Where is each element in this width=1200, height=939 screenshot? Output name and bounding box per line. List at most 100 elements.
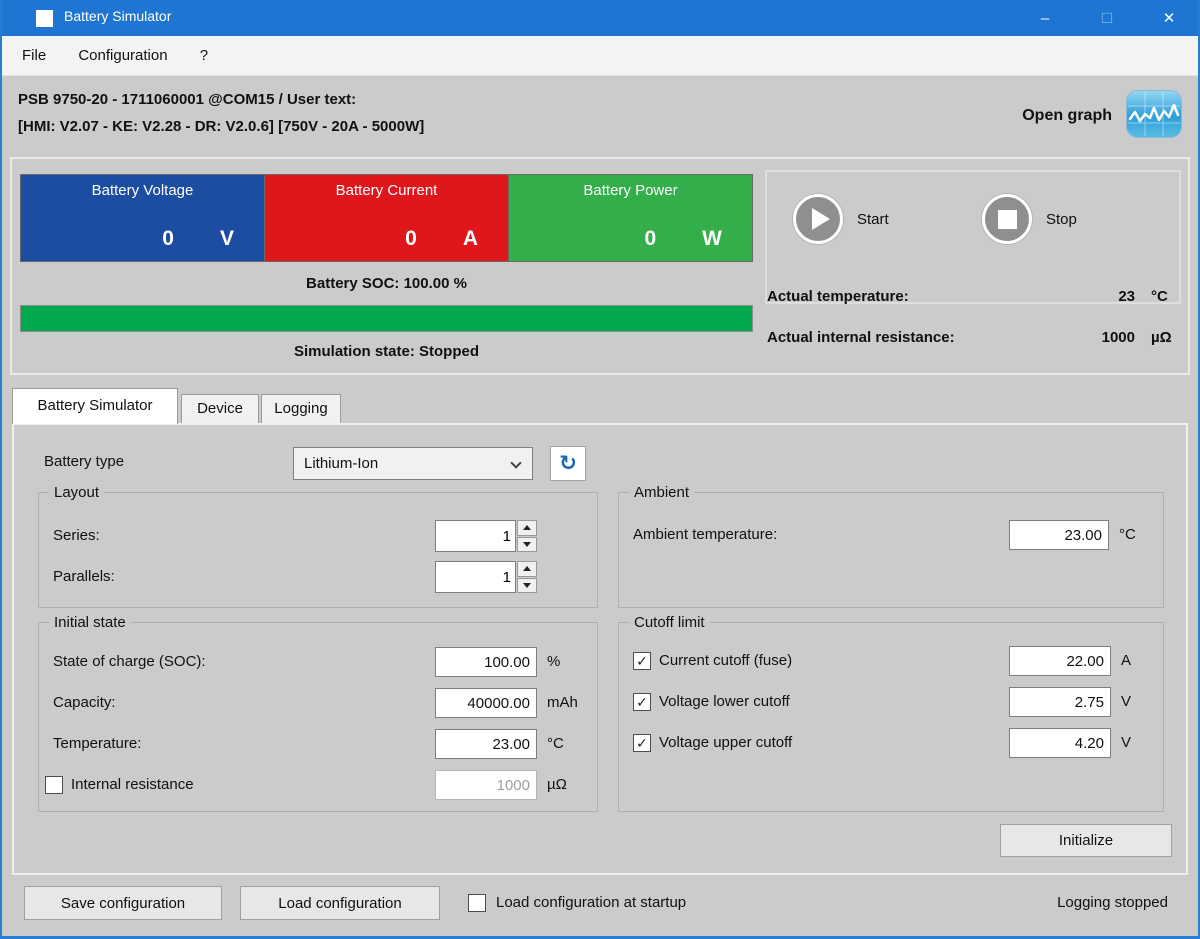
- menu-help[interactable]: ?: [186, 36, 222, 76]
- battery-power-value: 0: [644, 227, 657, 250]
- battery-type-label: Battery type: [44, 453, 125, 470]
- actual-temperature-label: Actual temperature:: [767, 288, 909, 305]
- checkmark-icon: ✓: [636, 734, 648, 751]
- capacity-input[interactable]: [435, 688, 537, 718]
- series-input[interactable]: [435, 520, 516, 552]
- voltage-upper-cutoff-checkbox[interactable]: ✓: [633, 734, 651, 752]
- voltage-lower-cutoff-label: Voltage lower cutoff: [659, 693, 790, 710]
- ambient-group-title: Ambient: [629, 482, 695, 503]
- parallels-spin-down-button[interactable]: [517, 577, 537, 593]
- maximize-icon: □: [1101, 8, 1113, 27]
- battery-power-label: Battery Power: [583, 182, 678, 199]
- series-spin-down-button[interactable]: [517, 536, 537, 552]
- parallels-input[interactable]: [435, 561, 516, 593]
- capacity-unit: mAh: [547, 694, 578, 711]
- spin-down-icon: [523, 582, 531, 588]
- title-bar: Battery Simulator – □ ✕: [2, 0, 1198, 36]
- battery-soc-progressbar: [20, 305, 753, 332]
- series-spin-up-button[interactable]: [517, 520, 537, 536]
- stop-label: Stop: [1046, 210, 1077, 228]
- soc-input[interactable]: [435, 647, 537, 677]
- meter-strip: Battery Voltage 0 V Battery Current 0 A Ba…: [20, 174, 753, 262]
- status-panel: Battery Voltage 0 V Battery Current 0 A Ba…: [10, 157, 1190, 375]
- voltage-lower-cutoff-unit: V: [1121, 693, 1132, 710]
- initial-state-group: Initial state State of charge (SOC): % C…: [38, 612, 598, 812]
- initialize-button[interactable]: Initialize: [1000, 824, 1172, 857]
- battery-simulator-window: Battery Simulator – □ ✕ File Configurati…: [0, 0, 1200, 939]
- maximize-button[interactable]: □: [1076, 0, 1138, 36]
- current-cutoff-checkbox[interactable]: ✓: [633, 652, 651, 670]
- initial-temperature-unit: °C: [547, 735, 564, 752]
- voltage-upper-cutoff-label: Voltage upper cutoff: [659, 734, 793, 751]
- refresh-battery-type-button[interactable]: ↻: [550, 446, 586, 481]
- checkmark-icon: ✓: [636, 693, 648, 710]
- save-configuration-button[interactable]: Save configuration: [24, 886, 222, 920]
- actual-temperature-value: 23: [1118, 288, 1135, 305]
- capacity-label: Capacity:: [53, 694, 116, 711]
- device-info-line2: [HMI: V2.07 - KE: V2.28 - DR: V2.0.6] [7…: [18, 118, 425, 135]
- voltage-lower-cutoff-input[interactable]: [1009, 687, 1111, 717]
- open-graph-label: Open graph: [1022, 107, 1112, 124]
- graph-icon: [1126, 90, 1182, 142]
- chevron-down-icon: [510, 457, 522, 469]
- battery-current-unit: A: [462, 227, 478, 250]
- start-button[interactable]: Start: [793, 194, 889, 244]
- close-button[interactable]: ✕: [1138, 0, 1198, 36]
- parallels-spinner: [435, 561, 537, 593]
- open-graph-button[interactable]: Open graph: [1022, 90, 1182, 142]
- ambient-group: Ambient Ambient temperature: °C: [618, 482, 1164, 608]
- battery-voltage-unit: V: [219, 227, 234, 250]
- logging-status-text: Logging stopped: [1057, 894, 1168, 911]
- initial-temperature-label: Temperature:: [53, 735, 142, 752]
- internal-resistance-label: Internal resistance: [71, 776, 194, 793]
- battery-type-select[interactable]: Lithium-Ion: [293, 447, 533, 480]
- internal-resistance-unit: µΩ: [547, 776, 567, 793]
- parallels-spin-up-button[interactable]: [517, 561, 537, 577]
- actual-resistance-label: Actual internal resistance:: [767, 329, 955, 346]
- menu-configuration[interactable]: Configuration: [64, 36, 181, 76]
- menu-file[interactable]: File: [8, 36, 60, 76]
- load-configuration-button[interactable]: Load configuration: [240, 886, 440, 920]
- battery-soc-text: Battery SOC: 100.00 %: [306, 275, 467, 292]
- load-at-startup-checkbox[interactable]: [468, 894, 486, 912]
- voltage-upper-cutoff-input[interactable]: [1009, 728, 1111, 758]
- minimize-button[interactable]: –: [1014, 0, 1076, 36]
- battery-voltage-meter: Battery Voltage 0 V: [20, 174, 265, 262]
- layout-group-title: Layout: [49, 482, 105, 503]
- app-icon: [36, 10, 53, 27]
- battery-voltage-value: 0: [162, 227, 174, 250]
- cutoff-limit-group-title: Cutoff limit: [629, 612, 710, 633]
- simulation-state-text: Simulation state: Stopped: [293, 343, 479, 360]
- battery-power-meter: Battery Power 0 W: [509, 174, 753, 262]
- voltage-upper-cutoff-unit: V: [1121, 734, 1132, 751]
- actual-temperature-unit: °C: [1151, 288, 1168, 305]
- tab-logging[interactable]: Logging: [261, 394, 341, 424]
- spin-up-icon: [523, 566, 531, 572]
- ambient-temperature-input[interactable]: [1009, 520, 1109, 550]
- ambient-temperature-unit: °C: [1119, 526, 1136, 543]
- close-icon: ✕: [1162, 10, 1176, 27]
- battery-current-label: Battery Current: [335, 182, 438, 199]
- tab-device[interactable]: Device: [181, 394, 259, 424]
- series-label: Series:: [53, 527, 100, 544]
- checkmark-icon: ✓: [636, 652, 648, 669]
- battery-current-meter: Battery Current 0 A: [265, 174, 509, 262]
- initial-temperature-input[interactable]: [435, 729, 537, 759]
- tab-battery-simulator[interactable]: Battery Simulator: [12, 388, 178, 424]
- actual-resistance-unit: µΩ: [1151, 329, 1172, 346]
- current-cutoff-label: Current cutoff (fuse): [659, 652, 793, 669]
- layout-group: Layout Series: Parallels:: [38, 482, 598, 608]
- internal-resistance-input[interactable]: [435, 770, 537, 800]
- spin-down-icon: [523, 541, 531, 547]
- initial-state-group-title: Initial state: [49, 612, 131, 633]
- actual-temperature-row: Actual temperature: 23 °C: [767, 286, 1181, 308]
- soc-label: State of charge (SOC):: [53, 653, 206, 670]
- stop-button[interactable]: Stop: [982, 194, 1077, 244]
- series-spinner: [435, 520, 537, 552]
- voltage-lower-cutoff-checkbox[interactable]: ✓: [633, 693, 651, 711]
- internal-resistance-checkbox[interactable]: [45, 776, 63, 794]
- current-cutoff-input[interactable]: [1009, 646, 1111, 676]
- cutoff-limit-group: Cutoff limit ✓ Current cutoff (fuse) A ✓…: [618, 612, 1164, 812]
- refresh-icon: ↻: [559, 452, 577, 475]
- battery-current-value: 0: [405, 227, 417, 250]
